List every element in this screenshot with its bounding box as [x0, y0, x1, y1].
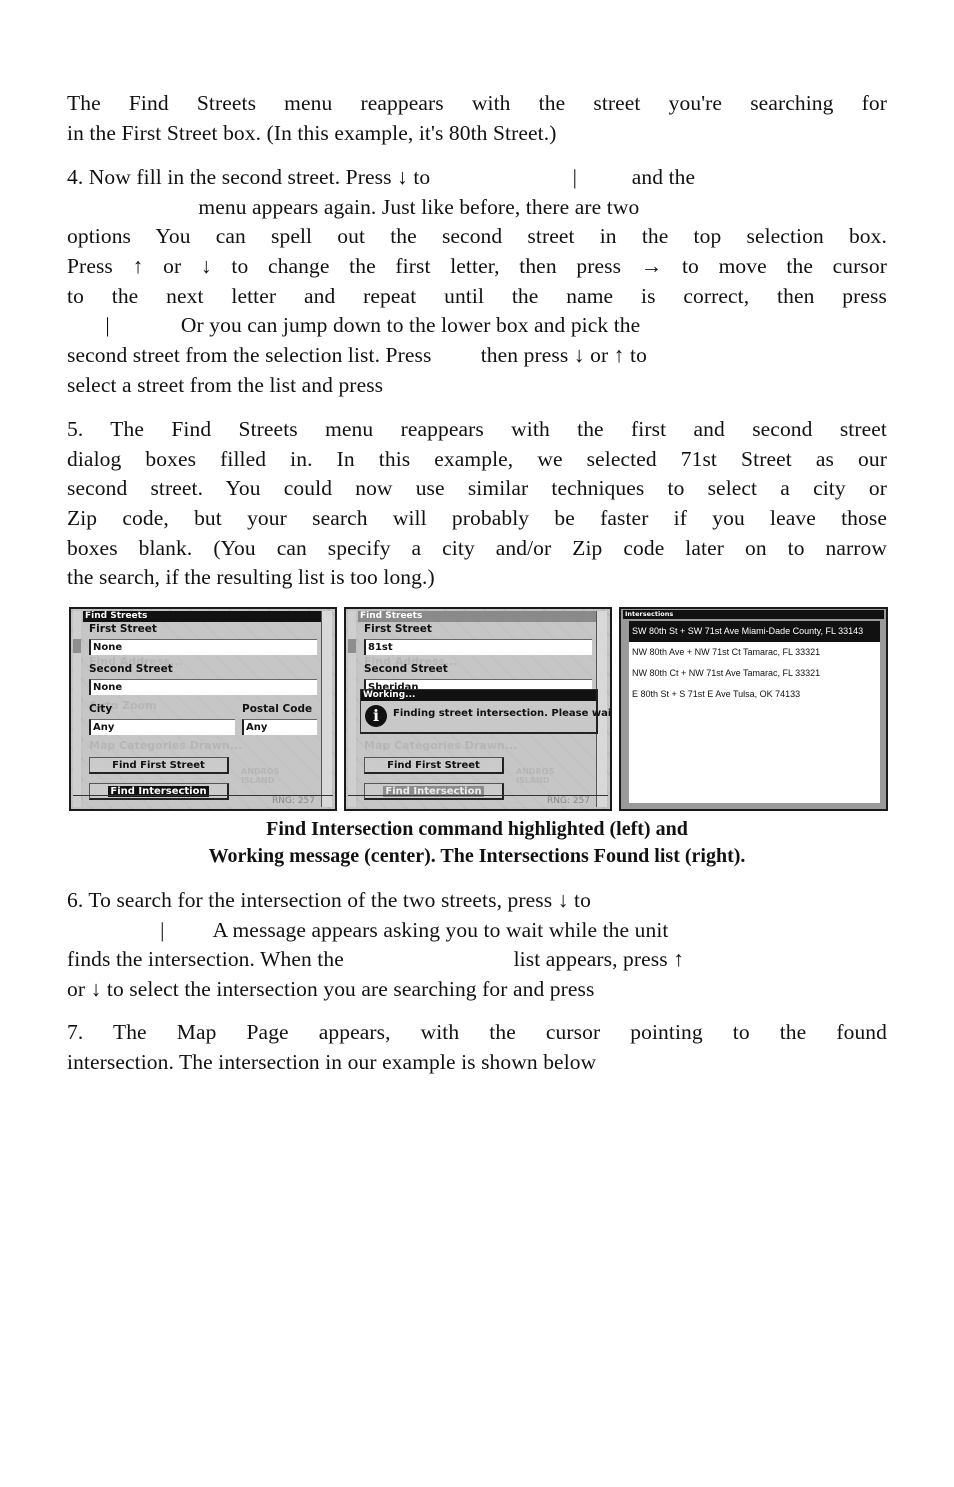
text-line: boxes blank. (You can specify a city and… [67, 535, 887, 560]
intersections-title: Intersections [623, 610, 884, 619]
working-title: Working... [361, 690, 596, 701]
status-bar: RNG: 257 [348, 795, 608, 807]
text-line: menu appears again. Just like before, th… [67, 194, 640, 219]
text-line: | Or you can jump down to the lower box … [67, 313, 641, 338]
first-street-label: First Street [89, 623, 157, 635]
intersections-list: SW 80th St + SW 71st Ave Miami-Dade Coun… [629, 621, 880, 803]
text-line: 4. Now fill in the second street. Press … [67, 165, 696, 189]
text-line: the search, if the resulting list is too… [67, 565, 435, 590]
text-line: dialog boxes filled in. In this example,… [67, 446, 887, 471]
text-line: or ↓ to select the intersection you are … [67, 977, 595, 1002]
scrollbar [348, 611, 356, 807]
first-street-label: First Street [364, 623, 432, 635]
second-street-label: Second Street [89, 663, 173, 675]
dialog-title: Find Streets [358, 611, 596, 622]
range-readout: RNG: 257 [271, 796, 315, 806]
postal-code-field[interactable]: Any [242, 719, 317, 735]
text-line: | A message appears asking you to wait w… [67, 917, 669, 942]
text-line: select a street from the list and press [67, 372, 384, 397]
range-readout: RNG: 257 [546, 796, 590, 806]
info-icon: i [365, 705, 387, 727]
button-label: Find First Street [387, 760, 480, 771]
status-bar: RNG: 257 [73, 795, 333, 807]
list-item[interactable]: NW 80th Ave + NW 71st Ct Tamarac, FL 333… [629, 642, 880, 663]
first-street-field[interactable]: None [89, 639, 317, 655]
list-item[interactable]: SW 80th St + SW 71st Ave Miami-Dade Coun… [629, 621, 880, 642]
scrollbar [73, 611, 81, 807]
text-line: Zip code, but your search will probably … [67, 506, 887, 531]
caption-line: Working message (center). The Intersecti… [208, 845, 746, 867]
second-street-label: Second Street [364, 663, 448, 675]
text-line: Press ↑ or ↓ to change the first letter,… [67, 254, 887, 279]
city-label: City [89, 703, 113, 715]
figure-caption: Find Intersection command highlighted (l… [67, 816, 887, 870]
step-7-paragraph: 7. The Map Page appears, with the cursor… [67, 1018, 887, 1077]
text-line: 6. To search for the intersection of the… [67, 888, 591, 912]
text-line: 7. The Map Page appears, with the cursor… [67, 1020, 887, 1044]
working-popup: Working... i Finding street intersection… [360, 689, 610, 734]
text-line: to the next letter and repeat until the … [67, 283, 887, 308]
side-panel [321, 611, 332, 807]
first-street-field[interactable]: 81st [364, 639, 592, 655]
text-line: finds the intersection. When the list ap… [67, 947, 685, 972]
list-item[interactable]: E 80th St + S 71st E Ave Tulsa, OK 74133 [629, 684, 880, 705]
text-line: 5. The Find Streets menu reappears with … [67, 417, 887, 441]
list-item[interactable]: NW 80th Ct + NW 71st Ave Tamarac, FL 333… [629, 663, 880, 684]
find-first-street-button[interactable]: Find First Street [364, 757, 504, 774]
step-5-paragraph: 5. The Find Streets menu reappears with … [67, 415, 887, 593]
text-line: intersection. The intersection in our ex… [67, 1049, 597, 1074]
text-line: second street. You could now use similar… [67, 476, 887, 501]
button-label: Find First Street [112, 760, 205, 771]
screenshot-working-message: Find Address... Map Categories Drawn... … [344, 607, 612, 811]
find-first-street-button[interactable]: Find First Street [89, 757, 229, 774]
city-field[interactable]: Any [89, 719, 235, 735]
working-message: Finding street intersection. Please wait… [393, 708, 612, 719]
postal-code-label: Postal Code [242, 703, 313, 715]
step-4-paragraph: 4. Now fill in the second street. Press … [67, 163, 887, 401]
text-line: second street from the selection list. P… [67, 343, 647, 368]
intersections-window: Intersections SW 80th St + SW 71st Ave M… [621, 609, 886, 809]
caption-line: Find Intersection command highlighted (l… [266, 818, 688, 840]
dialog-title: Find Streets [83, 611, 321, 622]
intro-paragraph: The Find Streets menu reappears with the… [67, 89, 887, 148]
text-line: options You can spell out the second str… [67, 224, 887, 249]
text-line: in the First Street box. (In this exampl… [67, 120, 557, 145]
screenshot-find-intersection-highlighted: Find Address... Auto Zoom Map Categories… [69, 607, 337, 811]
find-streets-dialog: Find Streets First Street None Second St… [83, 611, 321, 807]
step-6-paragraph: 6. To search for the intersection of the… [67, 886, 887, 1005]
screenshot-intersections-list: Intersections SW 80th St + SW 71st Ave M… [619, 607, 888, 811]
text-line: The Find Streets menu reappears with the… [67, 91, 887, 115]
second-street-field[interactable]: None [89, 679, 317, 695]
